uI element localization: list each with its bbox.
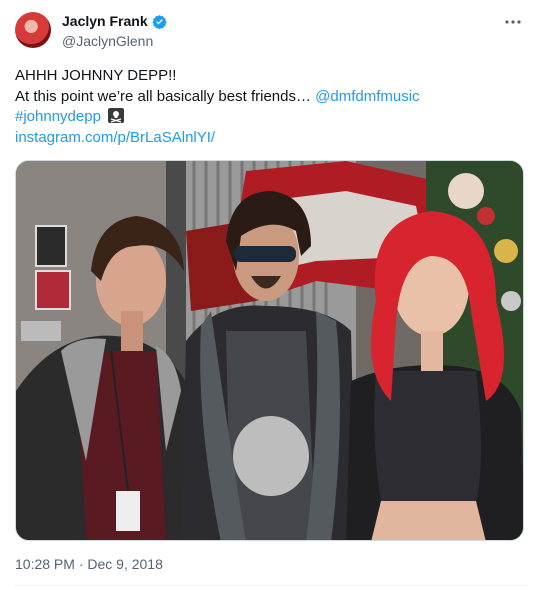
bottom-divider bbox=[15, 585, 528, 586]
author-display-name[interactable]: Jaclyn Frank bbox=[62, 13, 148, 29]
photo-illustration bbox=[16, 161, 523, 540]
tweet-line-4: instagram.com/p/BrLaSAlnlYI/ bbox=[15, 128, 525, 149]
tweet-line-2: At this point we’re all basically best f… bbox=[15, 87, 525, 108]
tweet-line-3: #johnnydepp bbox=[15, 107, 525, 128]
more-options-icon[interactable] bbox=[503, 14, 523, 30]
tweet-line-2-text: At this point we’re all basically best f… bbox=[15, 87, 316, 105]
tweet-card[interactable]: Jaclyn Frank @JaclynGlenn AHHH JOHNNY DE… bbox=[0, 0, 543, 589]
tweet-timestamp[interactable]: 10:28 PM · Dec 9, 2018 bbox=[15, 556, 163, 572]
author-handle[interactable]: @JaclynGlenn bbox=[62, 33, 153, 49]
author-avatar[interactable] bbox=[15, 12, 51, 48]
mention-link[interactable]: @dmfdmfmusic bbox=[315, 88, 419, 105]
tweet-text: AHHH JOHNNY DEPP!! At this point we’re a… bbox=[15, 66, 525, 148]
tweet-photo[interactable] bbox=[15, 160, 524, 541]
author-name-row: Jaclyn Frank bbox=[62, 13, 167, 29]
pirate-flag-icon bbox=[108, 108, 125, 123]
hashtag-link[interactable]: #johnnydepp bbox=[15, 108, 101, 125]
instagram-link[interactable]: instagram.com/p/BrLaSAlnlYI/ bbox=[15, 129, 215, 146]
verified-badge-icon bbox=[151, 14, 167, 29]
tweet-line-1: AHHH JOHNNY DEPP!! bbox=[15, 67, 177, 84]
